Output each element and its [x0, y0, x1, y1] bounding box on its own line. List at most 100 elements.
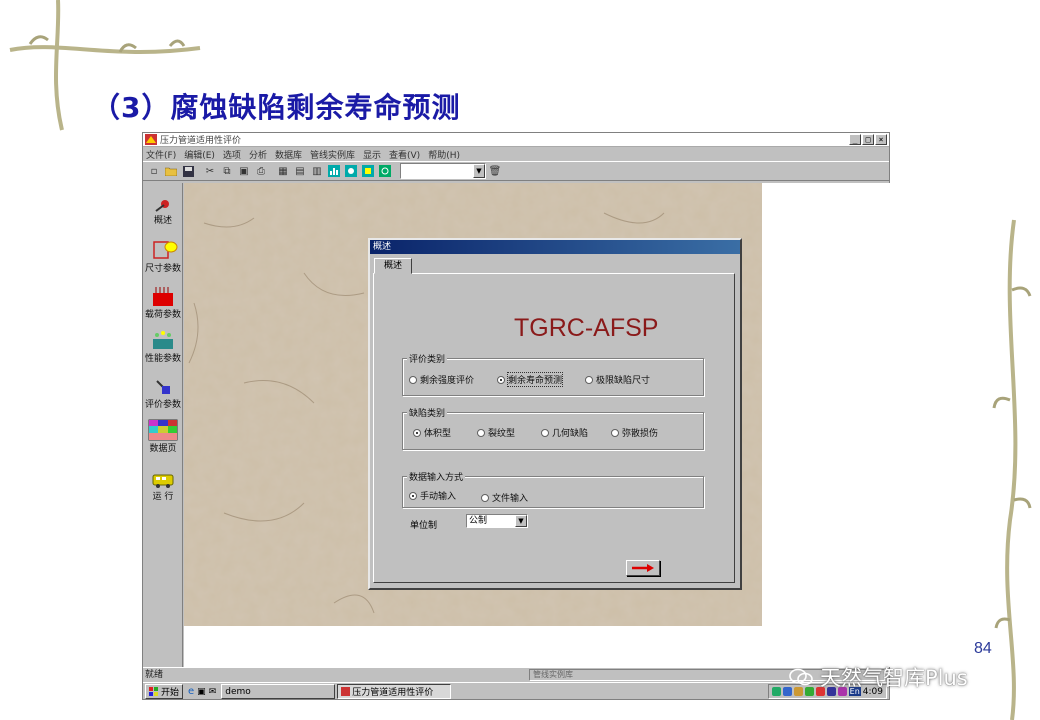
refresh-icon[interactable]: [377, 163, 393, 179]
radio-manual-input[interactable]: 手动输入: [409, 489, 456, 502]
group-label: 评价类别: [407, 352, 448, 365]
menu-edit[interactable]: 编辑(E): [184, 148, 215, 161]
radio-volume[interactable]: 体积型: [413, 426, 451, 439]
app-icon: [341, 687, 351, 696]
input-method-group: 数据输入方式 手动输入 文件输入: [402, 470, 704, 508]
menu-pipeline-library[interactable]: 管线实例库: [310, 148, 355, 161]
new-file-icon[interactable]: ▫: [146, 163, 162, 179]
toolbar-combo[interactable]: ▼: [400, 163, 486, 179]
tab-overview[interactable]: 概述: [374, 258, 412, 274]
menu-database[interactable]: 数据库: [275, 148, 302, 161]
defect-type-group: 缺陷类别 体积型 裂纹型 几何缺陷 弥散损伤: [402, 406, 704, 450]
close-button[interactable]: ×: [875, 134, 887, 145]
next-button[interactable]: [626, 560, 660, 576]
start-button[interactable]: 开始: [145, 684, 184, 699]
group-label: 数据输入方式: [407, 470, 466, 483]
radio-limit-defect[interactable]: 极限缺陷尺寸: [585, 373, 650, 386]
task-demo[interactable]: demo: [221, 684, 336, 699]
radio-geometric[interactable]: 几何缺陷: [541, 426, 588, 439]
sidebar-item-label: 概述: [153, 216, 172, 226]
radio-dot[interactable]: [409, 491, 417, 500]
sidebar-item-performance[interactable]: 性能参数: [143, 329, 183, 364]
radio-file-input[interactable]: 文件输入: [481, 491, 528, 504]
radio-label: 弥散损伤: [622, 429, 659, 439]
radio-label: 几何缺陷: [552, 429, 589, 439]
ruler-icon: [143, 239, 183, 261]
vine-decoration-right: [992, 219, 1032, 720]
sidebar-item-label: 尺寸参数: [144, 264, 181, 274]
radio-dot[interactable]: [413, 428, 421, 437]
radio-label: 极限缺陷尺寸: [596, 376, 651, 386]
sidebar-item-label: 载荷参数: [144, 310, 181, 320]
outlook-icon[interactable]: ✉: [209, 687, 217, 697]
table-icon[interactable]: ▥: [309, 163, 325, 179]
sidebar-item-label: 评价参数: [144, 400, 181, 410]
image-icon[interactable]: [343, 163, 359, 179]
status-text: 就绪: [145, 670, 164, 680]
open-folder-icon[interactable]: [163, 163, 179, 179]
chevron-down-icon[interactable]: ▼: [473, 164, 485, 178]
desktop-icon[interactable]: ▣: [197, 687, 206, 697]
sidebar-item-datapage[interactable]: 数据页: [143, 419, 183, 454]
windows-logo-icon: [149, 687, 158, 696]
save-icon[interactable]: [180, 163, 196, 179]
radio-dot[interactable]: [585, 375, 593, 384]
preview-icon[interactable]: [360, 163, 376, 179]
radio-dot[interactable]: [409, 375, 417, 384]
gear-icon: [143, 191, 183, 213]
radio-crack[interactable]: 裂纹型: [477, 426, 515, 439]
report-icon[interactable]: ▤: [292, 163, 308, 179]
toolbar: ▫ ✂ ⧉ ▣ ⎙ ▦ ▤ ▥ ▼ 🗑: [143, 161, 889, 181]
sidebar-item-evaluate[interactable]: 评价参数: [143, 375, 183, 410]
group-label: 缺陷类别: [407, 406, 448, 419]
slide-title: （3）腐蚀缺陷剩余寿命预测: [92, 91, 461, 124]
sidebar-item-overview[interactable]: 概述: [143, 191, 183, 226]
tray-icon[interactable]: [771, 687, 781, 696]
print-icon[interactable]: ⎙: [253, 163, 269, 179]
product-logo: TGRC-AFSP: [514, 314, 659, 342]
paste-icon[interactable]: ▣: [236, 163, 252, 179]
status-bar: 就绪 管线实例库: [143, 667, 889, 681]
radio-dot[interactable]: [497, 375, 505, 384]
unit-select-value: 公制: [469, 516, 488, 526]
unit-select[interactable]: 公制 ▼: [466, 514, 528, 528]
menu-bar: 文件(F) 编辑(E) 选项 分析 数据库 管线实例库 显示 查看(V) 帮助(…: [143, 147, 889, 161]
menu-options[interactable]: 选项: [223, 148, 241, 161]
radio-diffuse[interactable]: 弥散损伤: [611, 426, 658, 439]
minimize-button[interactable]: _: [849, 134, 861, 145]
menu-display[interactable]: 显示: [363, 148, 381, 161]
dialog-titlebar: 概述: [370, 240, 740, 254]
task-label: demo: [225, 686, 251, 697]
cut-icon[interactable]: ✂: [202, 163, 218, 179]
radio-dot[interactable]: [611, 428, 619, 437]
copy-icon[interactable]: ⧉: [219, 163, 235, 179]
radio-dot[interactable]: [481, 493, 489, 502]
app-icon: [145, 134, 157, 145]
app-window: 压力管道适用性评价 _ □ × 文件(F) 编辑(E) 选项 分析 数据库 管线…: [142, 132, 890, 700]
radio-dot[interactable]: [541, 428, 549, 437]
maximize-button[interactable]: □: [862, 134, 874, 145]
radio-label: 体积型: [424, 429, 452, 439]
sidebar-item-load[interactable]: 载荷参数: [143, 285, 183, 320]
radio-label: 手动输入: [420, 492, 457, 502]
menu-view[interactable]: 查看(V): [389, 148, 420, 161]
ie-icon[interactable]: e: [188, 686, 194, 697]
calc-icon[interactable]: ▦: [275, 163, 291, 179]
radio-residual-strength[interactable]: 剩余强度评价: [409, 373, 474, 386]
grid-icon: [143, 419, 183, 441]
radio-dot[interactable]: [477, 428, 485, 437]
menu-analysis[interactable]: 分析: [249, 148, 267, 161]
radio-label: 剩余寿命预测: [506, 372, 564, 387]
sidebar-item-run[interactable]: 运 行: [143, 467, 183, 502]
chevron-down-icon[interactable]: ▼: [515, 515, 527, 527]
watermark: 天然气智库Plus: [788, 662, 968, 692]
sidebar-item-dimension[interactable]: 尺寸参数: [143, 239, 183, 274]
menu-file[interactable]: 文件(F): [146, 148, 176, 161]
chart-icon[interactable]: [326, 163, 342, 179]
watermark-text: 天然气智库Plus: [820, 666, 968, 690]
menu-help[interactable]: 帮助(H): [428, 148, 460, 161]
task-app[interactable]: 压力管道适用性评价: [337, 684, 452, 699]
trash-icon[interactable]: 🗑: [487, 163, 503, 179]
radio-remaining-life[interactable]: 剩余寿命预测: [497, 372, 564, 387]
window-titlebar: 压力管道适用性评价 _ □ ×: [143, 133, 889, 147]
